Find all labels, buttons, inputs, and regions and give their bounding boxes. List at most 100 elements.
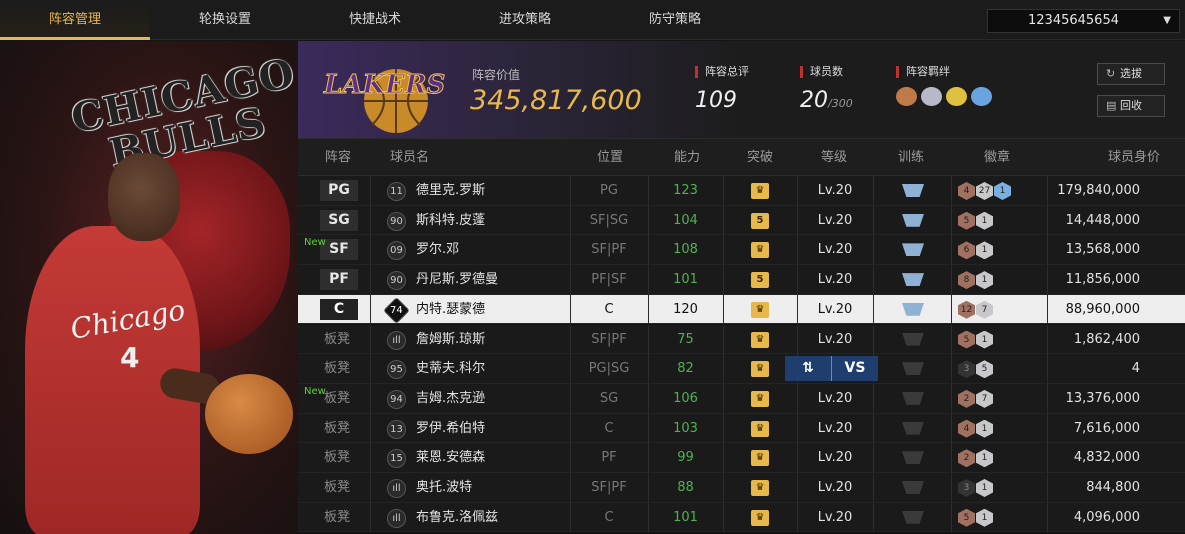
badge-hex-icon: 5 [958, 508, 975, 527]
badge-group[interactable]: 31 [958, 479, 993, 497]
header-level[interactable]: 等级 [821, 139, 847, 177]
jersey-number: ıll [392, 334, 401, 346]
breakthrough-icon[interactable]: 5 [751, 272, 769, 289]
breakthrough-icon[interactable]: ♛ [751, 509, 769, 526]
header-lineup[interactable]: 阵容 [325, 139, 351, 177]
badge-group[interactable]: 51 [958, 330, 993, 349]
badge-group[interactable]: 61 [958, 241, 993, 260]
column-divider [723, 176, 724, 205]
training-icon[interactable] [902, 332, 924, 346]
table-row[interactable]: SF New 09 罗尔.邓 SF|PF 108 ♛ Lv.20 6 1 13,568,000 [298, 235, 1185, 266]
column-divider [370, 383, 371, 413]
badge-group[interactable]: 27 [958, 389, 993, 408]
player-name[interactable]: 德里克.罗斯 [416, 176, 485, 205]
badge-group[interactable]: 81 [958, 271, 993, 290]
badge-group[interactable]: 51 [958, 211, 993, 230]
player-name[interactable]: 罗尔.邓 [416, 235, 459, 264]
account-id: 12345645654 [1028, 13, 1119, 28]
table-row[interactable]: 板凳 ıll 詹姆斯.琼斯 SF|PF 75 ♛ Lv.20 5 1 1,862,400 [298, 324, 1185, 355]
column-divider [873, 176, 874, 205]
training-icon[interactable] [902, 391, 924, 405]
slot-badge[interactable]: PG [320, 180, 358, 201]
badge-group[interactable]: 35 [958, 360, 993, 379]
training-icon[interactable] [902, 302, 924, 316]
column-divider [951, 502, 952, 532]
player-name[interactable]: 布鲁克.洛佩兹 [416, 503, 498, 532]
player-name[interactable]: 奥托.波特 [416, 473, 472, 502]
player-head [108, 153, 180, 241]
breakthrough-icon[interactable]: ♛ [751, 361, 769, 378]
table-row[interactable]: 板凳 15 莱恩.安德森 PF 99 ♛ Lv.20 2 1 4,832,000 [298, 443, 1185, 473]
player-name[interactable]: 内特.瑟蒙德 [416, 295, 485, 324]
pick-button[interactable]: ↻ 选拔 [1097, 63, 1165, 85]
player-name[interactable]: 詹姆斯.琼斯 [416, 325, 485, 354]
bond-blue-icon[interactable] [971, 87, 992, 106]
badge-group[interactable]: 4 27 1 [958, 182, 1011, 200]
player-count-value: 20 [800, 88, 828, 113]
account-dropdown[interactable]: 12345645654 ▼ [987, 9, 1180, 33]
player-name[interactable]: 莱恩.安德森 [416, 443, 485, 472]
table-row[interactable]: PF 90 丹尼斯.罗德曼 PF|SF 101 5 Lv.20 8 1 11,856,000 [298, 265, 1185, 295]
tab-offense[interactable]: 进攻策略 [450, 0, 600, 40]
tab-quick-tactics[interactable]: 快捷战术 [300, 0, 450, 40]
header-name[interactable]: 球员名 [390, 139, 429, 177]
header-price[interactable]: 球员身价 [1108, 139, 1160, 177]
table-row[interactable]: 板凳 ıll 布鲁克.洛佩兹 C 101 ♛ Lv.20 5 1 4,096,000 [298, 502, 1185, 533]
bench-label: 板凳 [324, 331, 351, 347]
badge-group[interactable]: 41 [958, 419, 993, 438]
training-icon[interactable] [902, 362, 924, 376]
header-rating[interactable]: 能力 [674, 139, 700, 177]
table-row[interactable]: 板凳 13 罗伊.希伯特 C 103 ♛ Lv.20 4 1 7,616,000 [298, 413, 1185, 444]
table-row[interactable]: C 74 内特.瑟蒙德 C 120 ♛ Lv.20 12 7 88,960,000 [298, 294, 1185, 325]
recycle-button[interactable]: ▤ 回收 [1097, 95, 1165, 117]
training-icon[interactable] [902, 213, 924, 227]
tab-lineup[interactable]: 阵容管理 [0, 0, 150, 40]
tab-rotation[interactable]: 轮换设置 [150, 0, 300, 40]
breakthrough-icon[interactable]: ♛ [751, 301, 769, 318]
player-name[interactable]: 罗伊.希伯特 [416, 414, 485, 443]
vs-button[interactable]: VS [831, 356, 878, 381]
training-icon[interactable] [902, 184, 924, 197]
slot-badge[interactable]: PF [320, 269, 358, 291]
table-row[interactable]: 板凳 ıll 奥托.波特 SF|PF 88 ♛ Lv.20 3 1 844,800 [298, 473, 1185, 503]
column-divider [723, 443, 724, 473]
bond-gold-icon[interactable] [946, 87, 967, 106]
player-name[interactable]: 斯科特.皮蓬 [416, 206, 485, 235]
training-icon[interactable] [902, 273, 924, 287]
badge-group[interactable]: 21 [958, 449, 993, 468]
table-row[interactable]: SG 90 斯科特.皮蓬 SF|SG 104 5 Lv.20 5 1 14,448,000 [298, 205, 1185, 236]
breakthrough-icon[interactable]: 5 [751, 212, 769, 229]
slot-badge[interactable]: C [320, 298, 358, 320]
bond-silver-icon[interactable] [921, 87, 942, 106]
breakthrough-icon[interactable]: ♛ [751, 450, 769, 467]
breakthrough-icon[interactable]: ♛ [751, 183, 769, 199]
table-row[interactable]: PG 11 德里克.罗斯 PG 123 ♛ Lv.20 4 27 1 179,840,000 [298, 176, 1185, 206]
breakthrough-icon[interactable]: ♛ [751, 331, 769, 348]
header-position[interactable]: 位置 [597, 139, 623, 177]
header-badges[interactable]: 徽章 [984, 139, 1010, 177]
column-divider [951, 413, 952, 443]
badge-group[interactable]: 51 [958, 508, 993, 527]
breakthrough-icon[interactable]: ♛ [751, 242, 769, 259]
tab-defense[interactable]: 防守策略 [600, 0, 750, 40]
header-training[interactable]: 训练 [898, 139, 924, 177]
header-breakthrough[interactable]: 突破 [747, 139, 773, 177]
badge-group[interactable]: 12 7 [958, 300, 993, 319]
table-row[interactable]: 板凳 New 94 吉姆.杰克逊 SG 106 ♛ Lv.20 2 7 13,376,000 [298, 383, 1185, 414]
table-row[interactable]: 板凳95史蒂夫.科尔PG|SG82♛Lv.20354 [298, 354, 1185, 384]
player-name[interactable]: 史蒂夫.科尔 [416, 354, 485, 383]
training-icon[interactable] [902, 243, 924, 257]
player-name[interactable]: 丹尼斯.罗德曼 [416, 265, 498, 294]
slot-badge[interactable]: SG [320, 209, 358, 231]
training-icon[interactable] [902, 421, 924, 435]
stat-player-count: 球员数 20/300 [800, 66, 853, 113]
player-name[interactable]: 吉姆.杰克逊 [416, 384, 485, 413]
breakthrough-icon[interactable]: ♛ [751, 420, 769, 437]
bond-bronze-icon[interactable] [896, 87, 917, 106]
swap-icon[interactable]: ⇅ [785, 356, 831, 381]
training-icon[interactable] [902, 510, 924, 524]
training-icon[interactable] [902, 451, 924, 465]
breakthrough-icon[interactable]: ♛ [751, 390, 769, 407]
training-icon[interactable] [902, 481, 924, 494]
breakthrough-icon[interactable]: ♛ [751, 480, 769, 496]
